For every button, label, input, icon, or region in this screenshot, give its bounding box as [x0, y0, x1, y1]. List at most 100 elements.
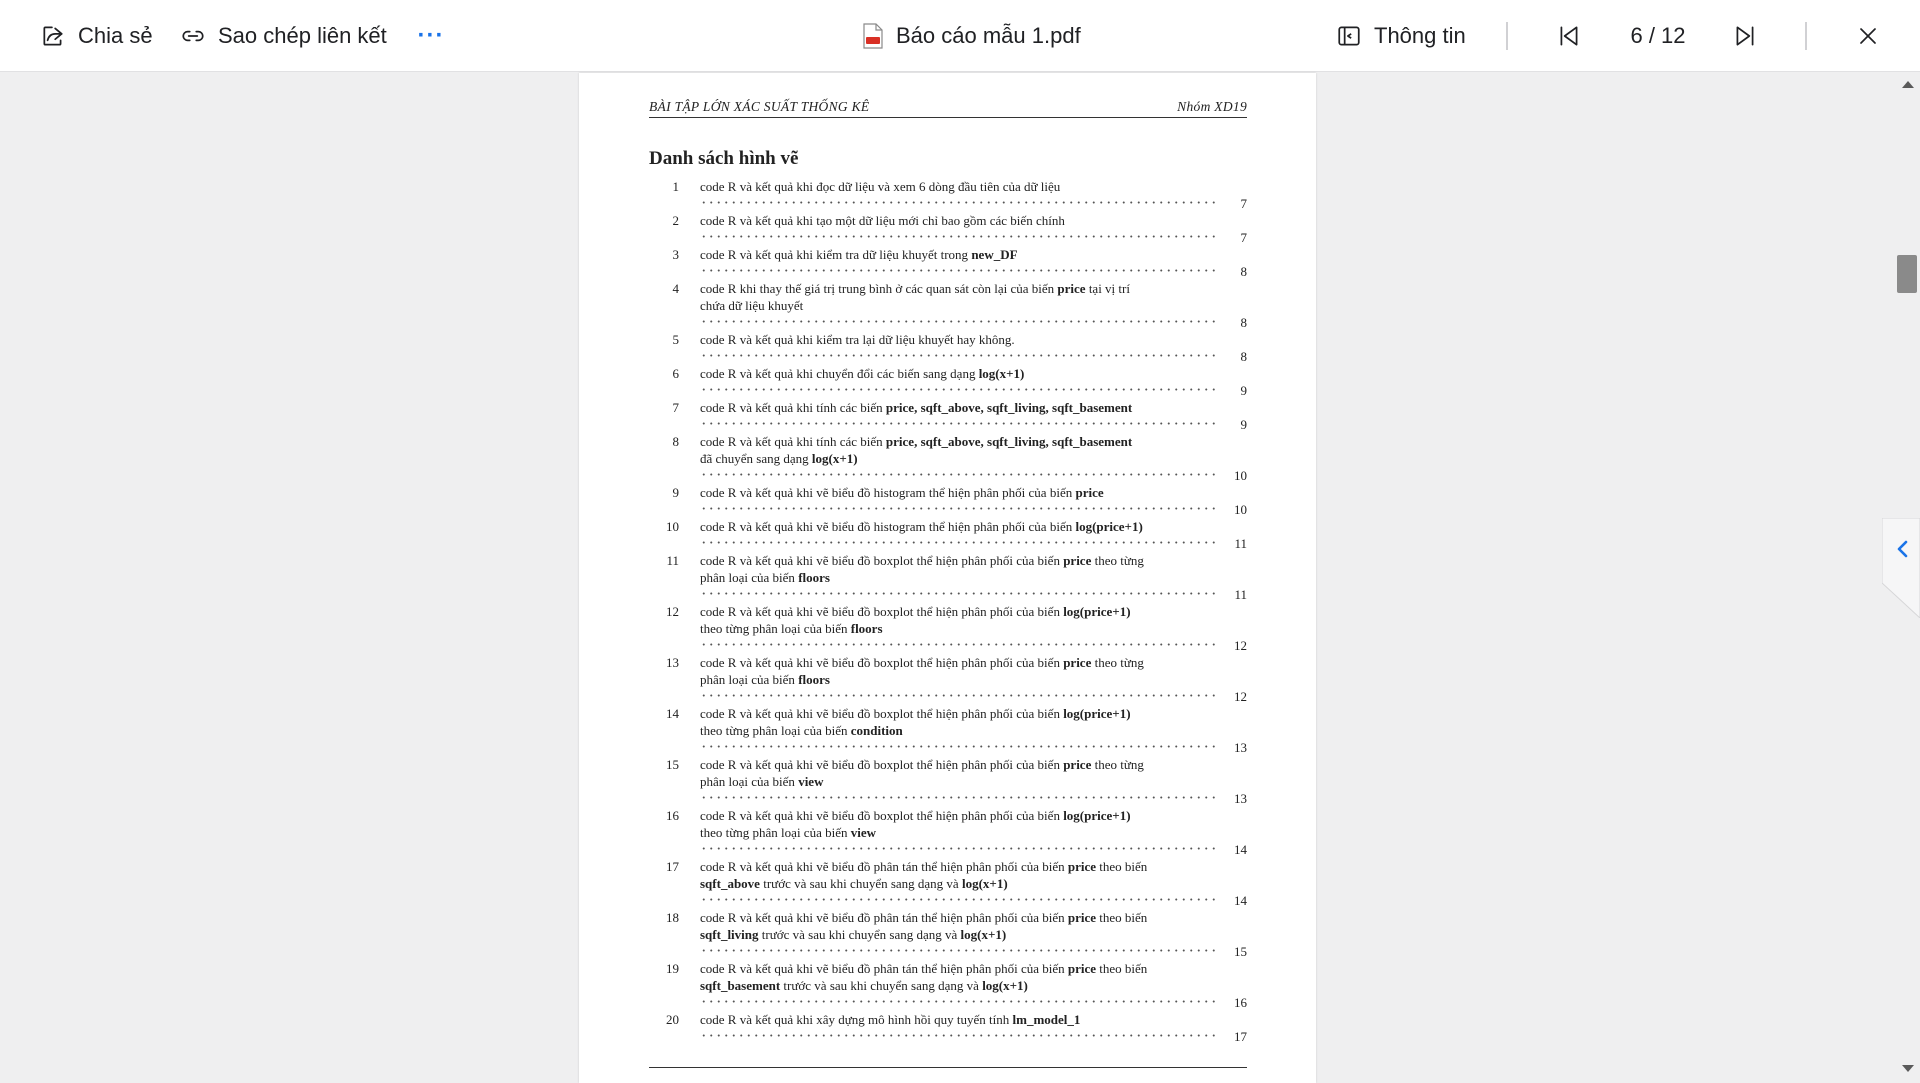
figure-list-item[interactable]: 5 code R và kết quả khi kiểm tra lại dữ l…	[649, 331, 1248, 365]
dot-leader	[700, 235, 1215, 238]
dot-leader	[700, 745, 1215, 748]
info-label: Thông tin	[1374, 23, 1466, 48]
caption-text: theo từng phân loại của biến	[700, 825, 851, 840]
figure-list-item[interactable]: 12 code R và kết quả khi vẽ biểu đồ boxpl…	[649, 603, 1247, 654]
scroll-up-arrow-icon[interactable]	[1902, 81, 1914, 88]
dot-leader	[700, 949, 1215, 952]
dot-leader	[700, 796, 1215, 799]
caption-line: code R và kết quả khi vẽ biểu đồ boxplot…	[700, 603, 1216, 620]
figure-page-number: 15	[1234, 944, 1247, 959]
caption-text: trước và sau khi chuyển sang dạng và	[759, 876, 962, 891]
figure-list-item[interactable]: 2 code R và kết quả khi tạo một dữ liệu m…	[649, 212, 1248, 246]
figure-list-item[interactable]: 18 code R và kết quả khi vẽ biểu đồ phân …	[649, 909, 1247, 960]
caption-text: theo từng phân loại của biến	[700, 621, 851, 636]
dot-leader	[700, 1034, 1215, 1037]
dot-leader	[700, 388, 1215, 391]
last-page-button[interactable]	[1732, 0, 1758, 72]
caption-line: theo từng phân loại của biến floors	[700, 620, 1216, 637]
side-panel-toggle[interactable]	[1881, 517, 1920, 619]
info-button[interactable]: Thông tin	[1336, 0, 1466, 72]
figure-list-item[interactable]: 15 code R và kết quả khi vẽ biểu đồ boxpl…	[649, 756, 1247, 807]
figure-list-item[interactable]: 1 code R và kết quả khi đọc dữ liệu và xe…	[649, 178, 1248, 212]
file-name: Báo cáo mẫu 1.pdf	[896, 23, 1081, 48]
caption-text: phân loại của biến	[700, 672, 799, 687]
caption-line: code R và kết quả khi tạo một dữ liệu mớ…	[700, 212, 1216, 229]
caption-text: code R và kết quả khi tạo một dữ liệu mớ…	[700, 213, 1065, 228]
figure-caption: code R và kết quả khi xây dựng mô hình h…	[700, 1011, 1216, 1028]
running-header: BÀI TẬP LỚN XÁC SUẤT THỐNG KÊ Nhóm XD19	[649, 99, 1247, 115]
figure-list-item[interactable]: 19 code R và kết quả khi vẽ biểu đồ phân …	[649, 960, 1247, 1011]
figure-list-item[interactable]: 14 code R và kết quả khi vẽ biểu đồ boxpl…	[649, 705, 1247, 756]
caption-variable: log(x+1)	[811, 451, 858, 466]
caption-text: đã chuyển sang dạng	[700, 451, 812, 466]
dot-leader	[700, 592, 1215, 595]
pdf-page: BÀI TẬP LỚN XÁC SUẤT THỐNG KÊ Nhóm XD19 …	[579, 73, 1316, 1083]
figure-caption: code R và kết quả khi vẽ biểu đồ histogr…	[700, 484, 1216, 501]
document-title: Báo cáo mẫu 1.pdf	[862, 0, 1081, 72]
header-right: Nhóm XD19	[1177, 99, 1247, 114]
figure-caption: code R và kết quả khi vẽ biểu đồ histogr…	[700, 518, 1216, 535]
caption-variable: price	[1067, 961, 1097, 976]
figure-number: 12	[666, 604, 679, 619]
caption-line: code R và kết quả khi vẽ biểu đồ boxplot…	[700, 552, 1216, 569]
figure-list-item[interactable]: 3 code R và kết quả khi kiểm tra dữ liệu …	[649, 246, 1248, 280]
caption-variable: log(x+1)	[978, 366, 1025, 381]
caption-line: code R và kết quả khi chuyển đổi các biế…	[700, 365, 1216, 382]
figure-list-item[interactable]: 7 code R và kết quả khi tính các biến pri…	[649, 399, 1248, 433]
figure-caption: code R và kết quả khi vẽ biểu đồ boxplot…	[700, 756, 1216, 790]
figure-number: 16	[666, 808, 679, 823]
caption-text: code R và kết quả khi vẽ biểu đồ boxplot…	[700, 655, 1064, 670]
copy-link-label: Sao chép liên kết	[218, 23, 387, 48]
caption-text: code R và kết quả khi chuyển đổi các biế…	[700, 366, 979, 381]
caption-line: code R và kết quả khi kiểm tra lại dữ li…	[700, 331, 1216, 348]
close-icon	[1856, 24, 1880, 48]
caption-variable: log(x+1)	[961, 876, 1008, 891]
caption-text: code R và kết quả khi vẽ biểu đồ phân tá…	[700, 910, 1068, 925]
figure-list-item[interactable]: 20 code R và kết quả khi xây dựng mô hình…	[649, 1011, 1247, 1045]
caption-line: code R và kết quả khi đọc dữ liệu và xem…	[700, 178, 1216, 195]
dot-leader	[700, 320, 1215, 323]
figure-page-number: 14	[1234, 893, 1247, 908]
share-button[interactable]: Chia sẻ	[40, 0, 153, 72]
caption-variable: sqft_basement	[700, 978, 781, 993]
figure-list-item[interactable]: 16 code R và kết quả khi vẽ biểu đồ boxpl…	[649, 807, 1247, 858]
caption-variable: price, sqft_above, sqft_living, sqft_bas…	[885, 434, 1133, 449]
caption-line: code R và kết quả khi vẽ biểu đồ boxplot…	[700, 807, 1216, 824]
copy-link-button[interactable]: Sao chép liên kết	[180, 0, 387, 72]
figure-list-item[interactable]: 9 code R và kết quả khi vẽ biểu đồ histog…	[649, 484, 1248, 518]
figure-caption: code R và kết quả khi vẽ biểu đồ phân tá…	[700, 909, 1216, 943]
caption-variable: log(price+1)	[1075, 519, 1143, 534]
figure-list-item[interactable]: 13 code R và kết quả khi vẽ biểu đồ boxpl…	[649, 654, 1247, 705]
pdf-file-icon	[862, 23, 884, 49]
more-options-button[interactable]: ···	[414, 0, 448, 72]
caption-text: theo biến	[1096, 961, 1148, 976]
figure-page-number: 9	[1240, 383, 1248, 398]
figure-list-item[interactable]: 11 code R và kết quả khi vẽ biểu đồ boxpl…	[649, 552, 1247, 603]
caption-line: code R và kết quả khi xây dựng mô hình h…	[700, 1011, 1216, 1028]
caption-line: code R và kết quả khi vẽ biểu đồ histogr…	[700, 484, 1216, 501]
more-icon: ···	[417, 22, 445, 49]
figure-list-item[interactable]: 10 code R và kết quả khi vẽ biểu đồ histo…	[649, 518, 1247, 552]
figure-caption: code R và kết quả khi tính các biến pric…	[700, 399, 1216, 416]
figure-page-number: 8	[1240, 349, 1248, 364]
close-button[interactable]	[1856, 0, 1880, 72]
figure-list-item[interactable]: 8 code R và kết quả khi tính các biến pri…	[649, 433, 1248, 484]
figure-page-number: 7	[1240, 196, 1248, 211]
caption-text: code R khi thay thế giá trị trung bình ở…	[700, 281, 1058, 296]
figure-list-item[interactable]: 4 code R khi thay thế giá trị trung bình …	[649, 280, 1248, 331]
figure-caption: code R và kết quả khi kiểm tra dữ liệu k…	[700, 246, 1216, 263]
caption-variable: price	[1075, 485, 1104, 500]
caption-line: đã chuyển sang dạng log(x+1)	[700, 450, 1216, 467]
caption-text: code R và kết quả khi xây dựng mô hình h…	[700, 1012, 1013, 1027]
scroll-down-arrow-icon[interactable]	[1902, 1065, 1914, 1072]
caption-line: sqft_basement trước và sau khi chuyển sa…	[700, 977, 1216, 994]
dot-leader	[700, 694, 1215, 697]
first-page-button[interactable]	[1556, 0, 1582, 72]
scrollbar-thumb[interactable]	[1897, 255, 1917, 293]
figure-caption: code R và kết quả khi vẽ biểu đồ boxplot…	[700, 705, 1216, 739]
caption-text: trước và sau khi chuyển sang dạng và	[780, 978, 983, 993]
figure-number: 4	[672, 281, 680, 296]
caption-text: code R và kết quả khi tính các biến	[700, 400, 886, 415]
figure-list-item[interactable]: 6 code R và kết quả khi chuyển đổi các bi…	[649, 365, 1248, 399]
figure-list-item[interactable]: 17 code R và kết quả khi vẽ biểu đồ phân …	[649, 858, 1247, 909]
